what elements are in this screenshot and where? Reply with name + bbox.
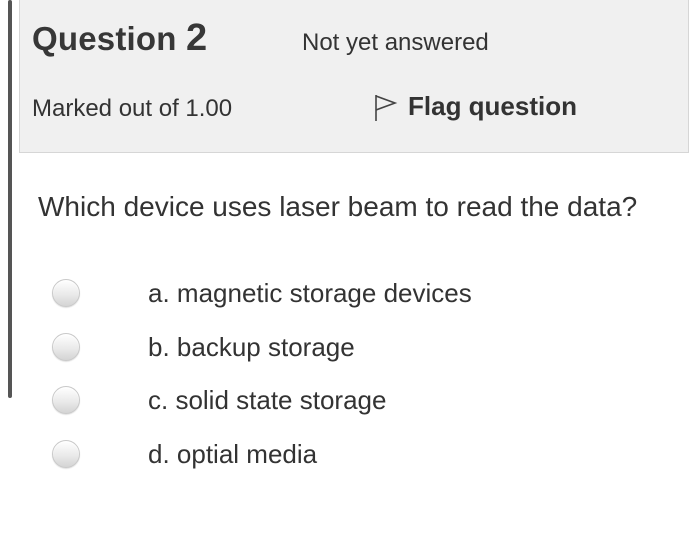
quiz-page: Question 2 Not yet answered Marked out o…: [0, 0, 700, 542]
answer-label-b[interactable]: b. backup storage: [148, 332, 355, 363]
answer-option-c[interactable]: c. solid state storage: [0, 373, 700, 427]
flag-outline-icon: [372, 92, 398, 122]
answer-label-a[interactable]: a. magnetic storage devices: [148, 278, 472, 309]
question-text: Which device uses laser beam to read the…: [38, 191, 638, 222]
answer-radio-b[interactable]: [52, 333, 80, 361]
answer-radio-d[interactable]: [52, 440, 80, 468]
answer-label-c[interactable]: c. solid state storage: [148, 385, 386, 416]
question-info-panel: Question 2 Not yet answered Marked out o…: [19, 0, 689, 153]
answer-option-b[interactable]: b. backup storage: [0, 320, 700, 374]
question-number: 2: [185, 17, 208, 59]
answer-option-a[interactable]: a. magnetic storage devices: [0, 266, 700, 320]
answer-radio-c[interactable]: [52, 386, 80, 414]
answer-label-d[interactable]: d. optial media: [148, 439, 317, 470]
flag-question-label: Flag question: [408, 91, 577, 121]
question-state: Not yet answered: [302, 29, 489, 56]
answer-radio-a[interactable]: [52, 279, 80, 307]
question-word: Question: [32, 20, 177, 57]
question-heading: Question 2: [32, 17, 207, 60]
answer-option-d[interactable]: d. optial media: [0, 427, 700, 481]
flag-question-button[interactable]: Flag question: [372, 91, 577, 122]
question-grade: Marked out of 1.00: [32, 95, 233, 122]
